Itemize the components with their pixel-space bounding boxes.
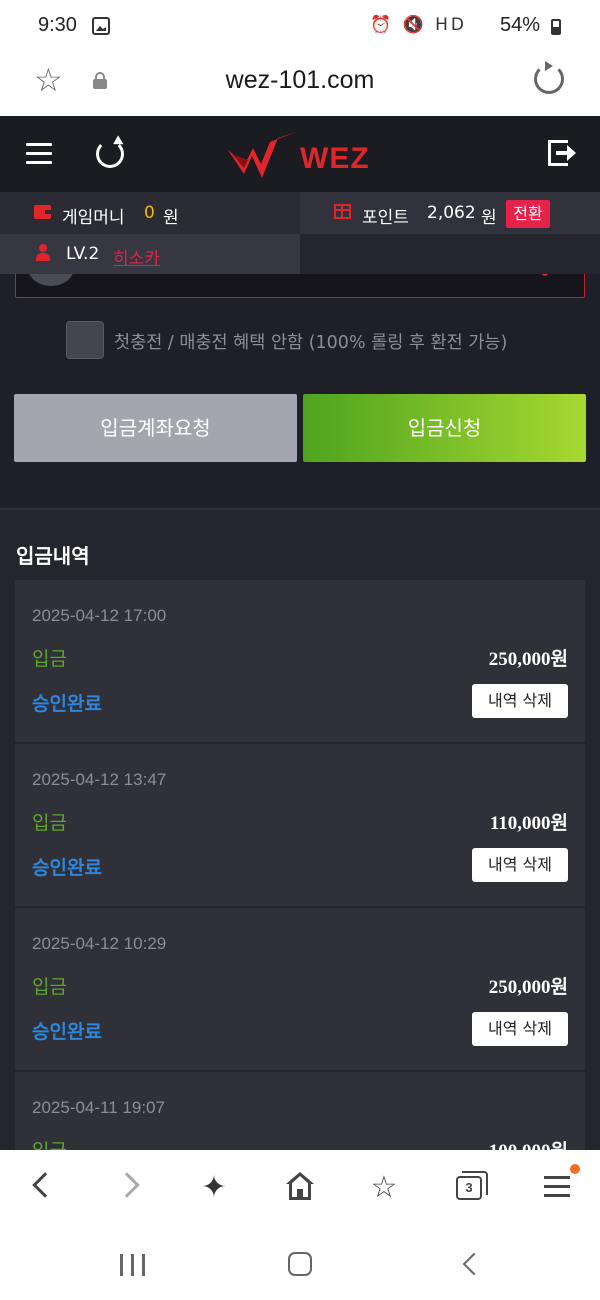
battery-percent: 54%	[500, 14, 541, 36]
status-bar: 9:30 ⏰ 🔇 HD 54%	[0, 0, 600, 52]
recents-icon[interactable]	[120, 1254, 146, 1276]
bookmarks-icon[interactable]: ☆	[364, 1168, 404, 1208]
browser-menu-icon[interactable]	[544, 1176, 570, 1198]
system-home-icon[interactable]	[288, 1252, 312, 1276]
user-nickname[interactable]: 히소카	[113, 244, 160, 269]
gallery-icon	[92, 17, 110, 35]
tabs-icon[interactable]: 3	[456, 1171, 488, 1200]
history-type: 입금	[32, 976, 67, 998]
history-amount: 110,000원	[489, 813, 568, 834]
user-icon	[36, 244, 50, 262]
menu-icon[interactable]	[26, 143, 52, 165]
amount-input[interactable]	[15, 274, 585, 298]
back-icon[interactable]	[32, 1172, 58, 1198]
sparkle-icon[interactable]: ✦	[194, 1168, 234, 1208]
wez-logo[interactable]: WEZ	[226, 128, 376, 182]
history-item: 2025-04-12 10:29 입금 250,000원 승인완료 내역 삭제	[15, 908, 585, 1072]
delete-history-button[interactable]: 내역 삭제	[472, 848, 568, 882]
history-datetime: 2025-04-12 17:00	[32, 606, 167, 625]
game-money: 게임머니 0 원	[0, 192, 298, 234]
history-type: 입금	[32, 648, 67, 670]
no-bonus-checkbox[interactable]	[66, 321, 104, 359]
history-type: 입금	[32, 812, 67, 834]
history-datetime: 2025-04-12 10:29	[32, 934, 167, 953]
refresh-icon[interactable]	[96, 140, 124, 168]
status-time: 9:30	[38, 14, 77, 36]
browser-reload-icon[interactable]	[534, 61, 564, 94]
user-level-bar: LV.2 히소카	[0, 234, 600, 274]
notification-dot	[570, 1164, 580, 1174]
deposit-submit-button[interactable]: 입금신청	[303, 394, 586, 462]
divider	[0, 508, 600, 510]
gift-icon	[334, 204, 351, 219]
wez-logo-mark	[228, 132, 296, 178]
delete-history-button[interactable]: 내역 삭제	[472, 684, 568, 718]
history-status: 승인완료	[32, 1021, 102, 1043]
browser-toolbar: ✦ ☆ 3	[0, 1150, 600, 1228]
logo-text: WEZ	[300, 142, 370, 175]
delete-history-button[interactable]: 내역 삭제	[472, 1012, 568, 1046]
game-money-unit: 원	[163, 208, 179, 228]
app-header: WEZ	[0, 116, 600, 192]
browser-url-bar: ☆ wez-101.com	[0, 52, 600, 116]
history-status: 승인완료	[32, 693, 102, 715]
history-amount: 250,000원	[488, 649, 568, 670]
history-amount: 250,000원	[488, 977, 568, 998]
system-nav-bar	[0, 1228, 600, 1300]
level-box: LV.2 히소카	[0, 234, 300, 274]
history-item: 2025-04-12 17:00 입금 250,000원 승인완료 내역 삭제	[15, 580, 585, 744]
game-money-label: 게임머니	[62, 208, 125, 228]
battery-icon	[551, 19, 561, 35]
home-icon[interactable]	[286, 1172, 314, 1202]
point-label: 포인트	[362, 208, 409, 228]
game-money-value: 0	[144, 203, 155, 223]
balance-bar: 게임머니 0 원 포인트 2,062 원 전환	[0, 192, 600, 234]
history-datetime: 2025-04-12 13:47	[32, 770, 167, 789]
history-datetime: 2025-04-11 19:07	[32, 1098, 165, 1117]
convert-button[interactable]: 전환	[506, 200, 550, 228]
status-icons: ⏰ 🔇 HD	[370, 15, 468, 35]
account-request-button[interactable]: 입금계좌요청	[14, 394, 297, 462]
no-bonus-label: 첫충전 / 매충전 혜택 안함 (100% 롤링 후 환전 가능)	[114, 333, 508, 353]
history-item: 2025-04-12 13:47 입금 110,000원 승인완료 내역 삭제	[15, 744, 585, 908]
deposit-form: 첫충전 / 매충전 혜택 안함 (100% 롤링 후 환전 가능) 입금계좌요청…	[0, 274, 600, 510]
history-list: 2025-04-12 17:00 입금 250,000원 승인완료 내역 삭제 …	[15, 580, 585, 1236]
wallet-icon	[34, 205, 51, 219]
logout-icon[interactable]	[548, 140, 576, 168]
forward-icon[interactable]	[114, 1172, 140, 1198]
url-address[interactable]: wez-101.com	[0, 66, 600, 95]
system-back-icon[interactable]	[462, 1252, 486, 1276]
history-status: 승인완료	[32, 857, 102, 879]
point-unit: 원	[481, 208, 497, 228]
user-level: LV.2	[66, 244, 100, 264]
point-value: 2,062	[427, 203, 476, 223]
history-title: 입금내역	[16, 544, 90, 568]
points: 포인트 2,062 원 전환	[300, 192, 600, 234]
